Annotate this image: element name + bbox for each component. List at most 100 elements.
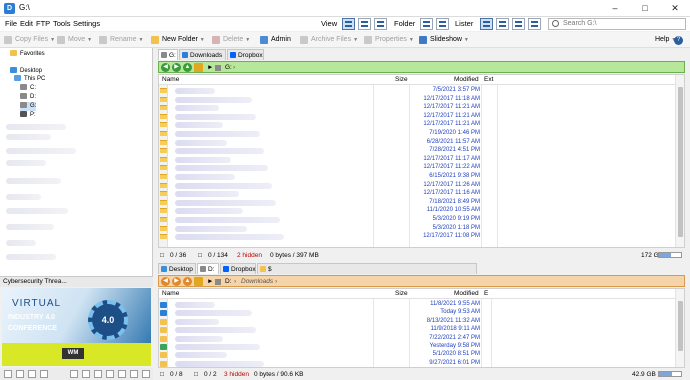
column-name[interactable]: Name bbox=[162, 289, 179, 299]
file-row[interactable]: 6/28/2021 11:57 AM bbox=[159, 138, 674, 147]
bottom-address-bar[interactable]: ◀ ▶ ▲ ► D: › Downloads › bbox=[158, 275, 685, 287]
top-address-bar[interactable]: ◀ ▶ ▲ ► G: › bbox=[158, 61, 685, 73]
view-thumbnails-icon[interactable] bbox=[374, 18, 387, 30]
lister-label[interactable]: Lister bbox=[455, 19, 473, 28]
forward-icon[interactable]: ▶ bbox=[172, 277, 181, 286]
lister-tree-icon[interactable] bbox=[528, 18, 541, 30]
move-button[interactable]: Move ▼ bbox=[57, 34, 92, 46]
file-row[interactable]: 12/17/2017 11:08 PM bbox=[159, 232, 674, 241]
preview-control-icon[interactable] bbox=[16, 370, 24, 378]
properties-button[interactable]: Properties ▼ bbox=[364, 34, 414, 46]
tab-desktop[interactable]: Desktop bbox=[158, 263, 196, 274]
file-row[interactable]: 7/19/2020 1:46 PM bbox=[159, 129, 674, 138]
view-label[interactable]: View bbox=[321, 19, 337, 28]
file-row[interactable]: 12/17/2017 11:21 AM bbox=[159, 112, 674, 121]
bottom-status-hidden[interactable]: 3 hidden bbox=[224, 369, 249, 380]
folder-label[interactable]: Folder bbox=[394, 19, 415, 28]
back-icon[interactable]: ◀ bbox=[161, 277, 170, 286]
tab-blurred[interactable]: $ bbox=[257, 263, 477, 274]
tree-drive-d[interactable]: D: bbox=[20, 93, 36, 102]
admin-button[interactable]: Admin bbox=[260, 34, 291, 46]
folder-split-icon[interactable] bbox=[436, 18, 449, 30]
file-row[interactable]: Yesterday 9:58 PM bbox=[159, 342, 674, 350]
column-name[interactable]: Name bbox=[162, 75, 179, 85]
menu-settings[interactable]: Settings bbox=[73, 19, 100, 28]
help-icon[interactable]: ? bbox=[674, 34, 684, 46]
top-status-hidden[interactable]: 2 hidden bbox=[237, 250, 262, 261]
folder-icon[interactable] bbox=[194, 277, 203, 286]
tab-dropbox[interactable]: Dropbox bbox=[227, 49, 264, 60]
file-row[interactable]: 7/28/2021 4:51 PM bbox=[159, 146, 674, 155]
file-row[interactable]: 11/8/2021 9:55 AM bbox=[159, 300, 674, 308]
tree-drive-g[interactable]: G: bbox=[20, 102, 37, 111]
file-row[interactable]: 5/1/2020 8:51 PM bbox=[159, 350, 674, 359]
top-scrollbar-thumb[interactable] bbox=[678, 87, 683, 237]
preview-control-icon[interactable] bbox=[4, 370, 12, 378]
maximize-button[interactable]: □ bbox=[630, 0, 660, 17]
file-row[interactable]: 7/18/2021 8:49 PM bbox=[159, 198, 674, 207]
file-row[interactable]: 12/17/2017 11:16 AM bbox=[159, 189, 674, 198]
tab-downloads[interactable]: Downloads bbox=[179, 49, 226, 60]
column-ext[interactable]: Ext bbox=[484, 75, 493, 85]
menu-ftp[interactable]: FTP bbox=[36, 19, 50, 28]
file-row[interactable]: 8/13/2021 11:32 AM bbox=[159, 317, 674, 325]
new-folder-button[interactable]: New Folder ▼ bbox=[151, 34, 205, 46]
tab-dropbox[interactable]: Dropbox bbox=[220, 263, 256, 274]
archive-files-button[interactable]: Archive Files ▼ bbox=[300, 34, 358, 46]
menu-file[interactable]: File bbox=[5, 19, 17, 28]
file-row[interactable]: 12/17/2017 11:22 AM bbox=[159, 163, 674, 172]
file-row[interactable]: 9/27/2021 6:01 PM bbox=[159, 359, 674, 367]
file-row[interactable]: 5/3/2020 9:19 PM bbox=[159, 215, 674, 224]
top-path-text[interactable]: G: bbox=[225, 63, 232, 72]
file-row[interactable]: 12/17/2017 11:26 AM bbox=[159, 181, 674, 190]
lister-dual-horizontal-icon[interactable] bbox=[512, 18, 525, 30]
preview-control-icon[interactable] bbox=[118, 370, 126, 378]
menu-edit[interactable]: Edit bbox=[20, 19, 33, 28]
column-size[interactable]: Size bbox=[395, 75, 408, 85]
tree-this-pc[interactable]: This PC bbox=[14, 75, 45, 84]
column-ext[interactable]: E bbox=[484, 289, 488, 299]
search-input[interactable]: Search G:\ bbox=[548, 18, 686, 30]
tree-drive-c[interactable]: C: bbox=[20, 84, 36, 93]
top-file-list[interactable]: Name Size Modified Ext 7/5/2021 3:57 PM 1… bbox=[158, 74, 685, 248]
bottom-file-list[interactable]: Name Size Modified E 11/8/2021 9:55 AM To… bbox=[158, 288, 685, 368]
tab-g[interactable]: G: bbox=[158, 49, 178, 60]
folder-layout-icon[interactable] bbox=[420, 18, 433, 30]
folder-tree[interactable]: Favorites Desktop This PC C: D: G: P: bbox=[0, 48, 153, 276]
file-row[interactable]: 12/17/2017 11:18 AM bbox=[159, 95, 674, 104]
folder-icon[interactable] bbox=[194, 63, 203, 72]
bottom-scrollbar-thumb[interactable] bbox=[678, 301, 683, 351]
minimize-button[interactable]: – bbox=[600, 0, 630, 17]
rename-button[interactable]: Rename ▼ bbox=[99, 34, 143, 46]
file-row[interactable]: 12/17/2017 11:21 AM bbox=[159, 103, 674, 112]
delete-button[interactable]: Delete ▼ bbox=[212, 34, 250, 46]
column-modified[interactable]: Modified bbox=[454, 289, 479, 299]
preview-control-icon[interactable] bbox=[40, 370, 48, 378]
bottom-path-drive[interactable]: D: bbox=[225, 277, 232, 286]
tree-favorites[interactable]: Favorites bbox=[10, 50, 45, 59]
preview-control-icon[interactable] bbox=[106, 370, 114, 378]
forward-icon[interactable]: ▶ bbox=[172, 63, 181, 72]
file-row[interactable]: 12/17/2017 11:17 AM bbox=[159, 155, 674, 164]
file-row[interactable]: 12/17/2017 11:21 AM bbox=[159, 120, 674, 129]
tab-d[interactable]: D: bbox=[197, 263, 219, 274]
copy-files-button[interactable]: Copy Files ▼ bbox=[4, 34, 55, 46]
back-icon[interactable]: ◀ bbox=[161, 63, 170, 72]
file-row[interactable]: 11/1/2020 10:55 AM bbox=[159, 206, 674, 215]
preview-control-icon[interactable] bbox=[94, 370, 102, 378]
preview-control-icon[interactable] bbox=[82, 370, 90, 378]
close-button[interactable]: ✕ bbox=[660, 0, 690, 17]
file-row[interactable]: 7/22/2021 2:47 PM bbox=[159, 334, 674, 342]
menu-tools[interactable]: Tools bbox=[53, 19, 71, 28]
preview-control-icon[interactable] bbox=[70, 370, 78, 378]
file-row[interactable]: 7/5/2021 3:57 PM bbox=[159, 86, 674, 95]
file-row[interactable]: 6/15/2021 9:38 PM bbox=[159, 172, 674, 181]
view-details-icon[interactable] bbox=[342, 18, 355, 30]
column-modified[interactable]: Modified bbox=[454, 75, 479, 85]
tree-drive-p[interactable]: P: bbox=[20, 111, 36, 120]
top-scrollbar[interactable] bbox=[675, 75, 684, 247]
view-list-icon[interactable] bbox=[358, 18, 371, 30]
lister-single-icon[interactable] bbox=[480, 18, 493, 30]
lister-dual-vertical-icon[interactable] bbox=[496, 18, 509, 30]
up-icon[interactable]: ▲ bbox=[183, 63, 192, 72]
